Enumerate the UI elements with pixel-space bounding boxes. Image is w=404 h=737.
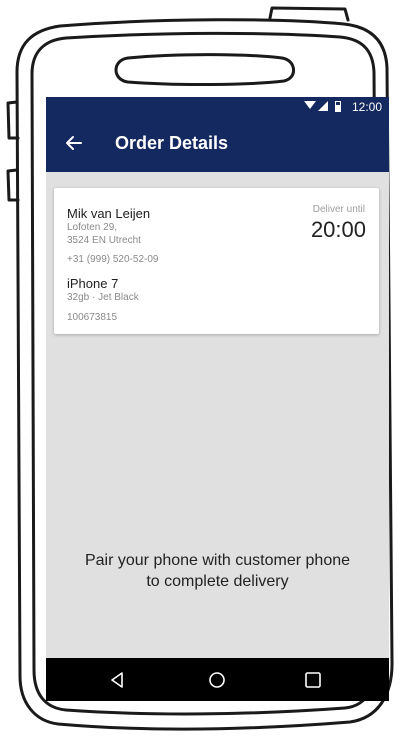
back-arrow-icon[interactable]	[64, 133, 84, 153]
status-time: 12:00	[351, 100, 382, 114]
product-name: iPhone 7	[67, 276, 119, 291]
home-circle-icon[interactable]	[206, 669, 228, 691]
status-icons	[304, 101, 341, 112]
order-card[interactable]: Mik van Leijen Lofoten 29, 3524 EN Utrec…	[54, 188, 379, 334]
signal-icon	[318, 101, 328, 111]
pairing-instruction-line2: to complete delivery	[146, 573, 289, 590]
address-line2: 3524 EN Utrecht	[67, 235, 141, 246]
product-variant: 32gb · Jet Black	[67, 292, 139, 303]
wifi-icon	[304, 101, 316, 109]
navigation-bar	[46, 658, 389, 701]
page-title: Order Details	[115, 133, 229, 153]
address-line1: Lofoten 29,	[67, 222, 118, 233]
status-bar: 12:00	[46, 97, 389, 117]
customer-name: Mik van Leijen	[67, 206, 151, 221]
pairing-instruction-line1: Pair your phone with customer phone	[84, 552, 351, 569]
recents-square-icon[interactable]	[302, 669, 324, 691]
deliver-until-time: 20:00	[310, 217, 366, 242]
customer-phone: +31 (999) 520-52-09	[67, 254, 159, 265]
app-bar: Order Details	[46, 117, 389, 172]
order-number: 100673815	[67, 312, 118, 323]
phone-screen: 12:00 Order Details Mik van Leijen Lofot…	[46, 97, 389, 701]
pairing-instruction: Pair your phone with customer phone to c…	[46, 550, 389, 592]
back-triangle-icon[interactable]	[107, 669, 129, 691]
deliver-until-label: Deliver until	[312, 204, 365, 215]
